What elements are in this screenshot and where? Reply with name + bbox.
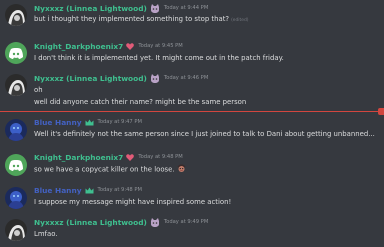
heart-icon [126,43,135,50]
username[interactable]: Knight_Darkphoenix7 [34,152,123,163]
message-content: so we have a copycat killer on the loose… [34,164,380,175]
timestamp: Today at 9:46 PM [163,75,209,81]
username[interactable]: Nyxxxz (Linnea Lightwood) [34,73,147,84]
message-header: Nyxxxz (Linnea Lightwood) Today at 9:49 … [34,217,208,228]
avatar[interactable] [5,4,27,26]
message-header: Nyxxxz (Linnea Lightwood) Today at 9:44 … [34,3,208,14]
timestamp: Today at 9:48 PM [97,187,142,193]
new-messages-marker [378,108,384,115]
edited-label: (edited) [231,18,249,23]
timestamp: Today at 9:47 PM [97,119,142,125]
timestamp: Today at 9:44 PM [163,5,209,11]
message-group: Nyxxxz (Linnea Lightwood) Today at 9:44 … [0,0,384,28]
username[interactable]: Nyxxxz (Linnea Lightwood) [34,217,147,228]
message-header: Knight_Darkphoenix7 Today at 9:48 PM [34,152,183,163]
chat-message-list[interactable]: Nyxxxz (Linnea Lightwood) Today at 9:44 … [0,0,384,247]
message-header: Blue Hanny Today at 9:47 PM [34,117,142,128]
message-group: Nyxxxz (Linnea Lightwood) Today at 9:46 … [0,70,384,110]
message-header: Nyxxxz (Linnea Lightwood) Today at 9:46 … [34,73,208,84]
new-messages-divider [0,111,384,112]
avatar[interactable] [5,42,27,64]
user-avatar-icon [5,119,27,141]
avatar[interactable] [5,74,27,96]
heart-icon [126,154,135,161]
timestamp: Today at 9:48 PM [138,154,183,160]
message-content: but i thought they implemented something… [34,14,380,26]
message-text: I don't think it is implemented yet. It … [34,54,284,62]
crown-icon [85,119,94,126]
avatar[interactable] [5,187,27,209]
username[interactable]: Knight_Darkphoenix7 [34,41,123,52]
user-avatar-icon [5,187,27,209]
message-group: Knight_Darkphoenix7 Today at 9:45 PM I d… [0,38,384,68]
cat-emoji-icon [150,4,160,13]
username[interactable]: Blue Hanny [34,117,82,128]
timestamp: Today at 9:49 PM [163,219,209,225]
username[interactable]: Blue Hanny [34,185,82,196]
message-text: but i thought they implemented something… [34,15,230,23]
message-text: Lmfao. [34,230,58,238]
message-group: Blue Hanny Today at 9:48 PM I suppose my… [0,183,384,213]
user-avatar-icon [5,219,27,241]
cat-emoji-icon [150,218,160,227]
message-text: oh [34,86,43,94]
avatar[interactable] [5,119,27,141]
discord-logo-icon [5,42,27,64]
message-group: Nyxxxz (Linnea Lightwood) Today at 9:49 … [0,215,384,247]
message-group: Knight_Darkphoenix7 Today at 9:48 PM so … [0,150,384,180]
avatar[interactable] [5,219,27,241]
pirate-emoji-icon [177,164,186,175]
message-header: Knight_Darkphoenix7 Today at 9:45 PM [34,41,183,52]
message-group: Blue Hanny Today at 9:47 PM Well it's de… [0,115,384,145]
crown-icon [85,187,94,194]
user-avatar-icon [5,4,27,26]
avatar[interactable] [5,154,27,176]
cat-emoji-icon [150,74,160,83]
discord-logo-icon [5,154,27,176]
message-header: Blue Hanny Today at 9:48 PM [34,185,142,196]
timestamp: Today at 9:45 PM [138,43,183,49]
message-text: I suppose my message might have inspired… [34,198,232,206]
user-avatar-icon [5,74,27,96]
username[interactable]: Nyxxxz (Linnea Lightwood) [34,3,147,14]
message-text: so we have a copycat killer on the loose… [34,165,175,174]
message-text: Well it's definitely not the same person… [34,130,375,138]
message-text: well did anyone catch their name? might … [34,98,247,106]
